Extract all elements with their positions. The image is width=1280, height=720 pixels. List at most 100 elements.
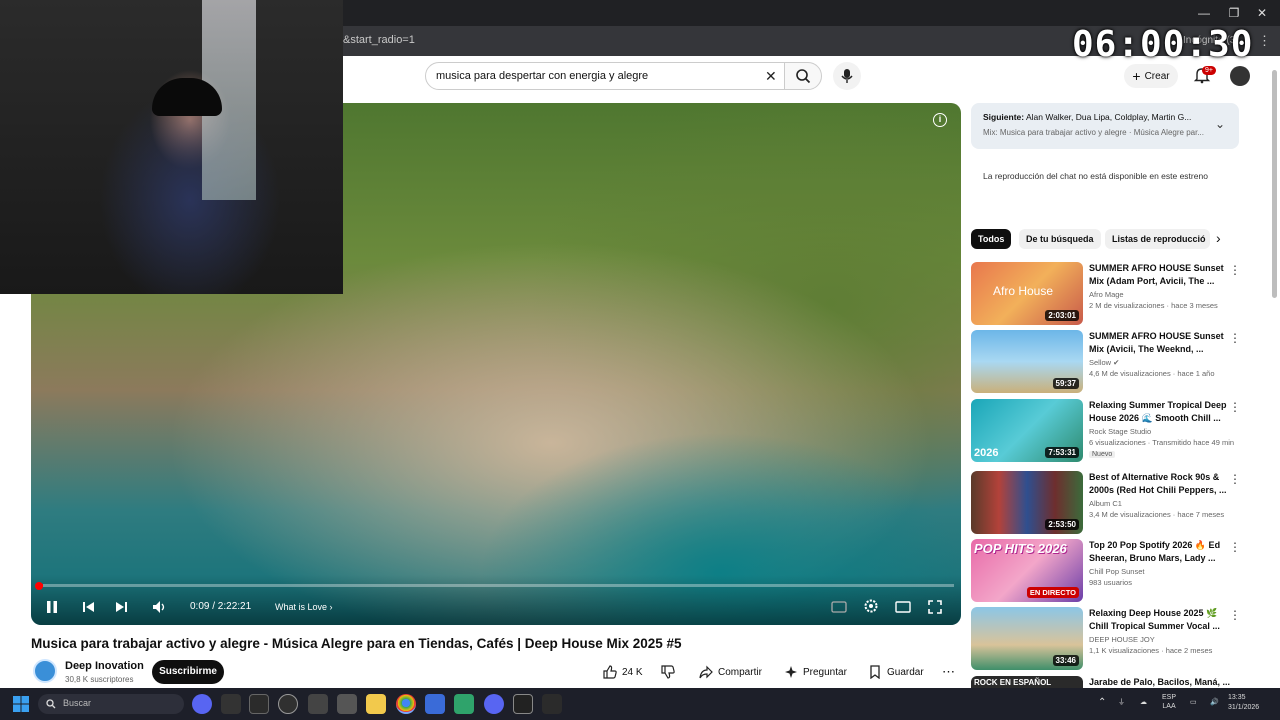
recommendation-item[interactable]: 2026 7:53:31 Relaxing Summer Tropical De… [971,399,1246,463]
ask-button[interactable]: Preguntar [784,662,847,682]
volume-tray-icon[interactable]: 🔊 [1210,698,1219,707]
channel-name[interactable]: Deep Inovation [65,660,144,672]
recommendation-title[interactable]: Jarabe de Palo, Bacilos, Maná, ... [1089,676,1231,688]
more-actions-icon[interactable]: ⋯ [942,662,955,682]
chrome-icon[interactable] [396,694,416,714]
browser-menu-icon[interactable]: ⋮ [1258,33,1271,49]
recommendation-title[interactable]: Top 20 Pop Spotify 2026 🔥 Ed Sheeran, Br… [1089,539,1231,565]
more-options-icon[interactable]: ⋮ [1229,400,1241,414]
more-options-icon[interactable]: ⋮ [1229,472,1241,486]
recommendation-title[interactable]: Best of Alternative Rock 90s & 2000s (Re… [1089,471,1231,497]
recommendation-item[interactable]: 59:37 SUMMER AFRO HOUSE Sunset Mix (Avic… [971,330,1246,394]
more-options-icon[interactable]: ⋮ [1229,608,1241,622]
subtitles-icon[interactable] [831,600,847,614]
progress-scrubber[interactable] [35,582,43,590]
new-badge: Nuevo [1089,451,1116,458]
fullscreen-icon[interactable] [928,600,942,614]
voice-search-button[interactable] [833,62,861,90]
video-thumbnail[interactable]: POP HITS 2026 EN DIRECTO [971,539,1083,602]
settings-icon[interactable] [863,598,879,614]
app-icon-arrows[interactable] [542,694,562,714]
chip-de-tu-busqueda[interactable]: De tu búsqueda [1019,229,1101,249]
theater-mode-icon[interactable] [895,600,911,614]
language-indicator[interactable]: ESP LAA [1162,693,1176,711]
chip-todos[interactable]: Todos [971,229,1012,249]
volume-icon[interactable] [152,600,168,614]
pause-icon[interactable] [45,600,59,614]
channel-avatar[interactable] [33,659,57,683]
video-thumbnail[interactable]: 59:37 [971,330,1083,393]
chevron-right-icon[interactable]: › [1216,230,1221,246]
up-next-line1: Siguiente: Alan Walker, Dua Lipa, Coldpl… [983,112,1215,122]
recommendation-channel[interactable]: Afro Mage [1089,290,1124,299]
chapter-button[interactable]: What is Love › [275,602,333,612]
next-icon[interactable] [114,600,128,614]
clear-search-icon[interactable]: ✕ [765,68,777,85]
notion-icon[interactable] [337,694,357,714]
address-bar-url[interactable]: &start_radio=1 [343,34,415,46]
share-icon [699,665,713,679]
taskbar-search[interactable]: Buscar [38,694,184,714]
recommendation-channel[interactable]: Sellow ✔ [1089,358,1119,367]
recommendation-title[interactable]: Relaxing Summer Tropical Deep House 2026… [1089,399,1231,425]
up-next-panel[interactable]: Siguiente: Alan Walker, Dua Lipa, Coldpl… [971,103,1239,149]
recommendation-channel[interactable]: Rock Stage Studio [1089,427,1151,436]
settings-app-icon[interactable] [278,694,298,714]
info-icon[interactable]: i [933,113,947,127]
recommendation-item[interactable]: 33:46 Relaxing Deep House 2025 🌿 Chill T… [971,607,1246,671]
progress-bar[interactable] [38,584,954,587]
search-input[interactable]: musica para despertar con energia y aleg… [425,62,785,90]
more-options-icon[interactable]: ⋮ [1229,331,1241,345]
subscriber-count: 30,8 K suscriptores [65,675,134,684]
dislike-button[interactable] [661,662,675,682]
recommendation-item[interactable]: ROCK EN ESPAÑOL Jarabe de Palo, Bacilos,… [971,676,1246,688]
video-thumbnail[interactable]: 2026 7:53:31 [971,399,1083,462]
app-icon[interactable] [221,694,241,714]
profile-avatar[interactable] [1230,66,1250,86]
share-button[interactable]: Compartir [699,662,762,682]
more-options-icon[interactable]: ⋮ [1229,263,1241,277]
video-thumbnail[interactable]: Afro House 2:03:01 [971,262,1083,325]
scrollbar-thumb[interactable] [1272,70,1277,298]
recommendation-channel[interactable]: DEEP HOUSE JOY [1089,635,1155,644]
video-thumbnail[interactable]: 33:46 [971,607,1083,670]
recommendation-item[interactable]: POP HITS 2026 EN DIRECTO Top 20 Pop Spot… [971,539,1246,603]
video-thumbnail[interactable]: ROCK EN ESPAÑOL [971,676,1083,688]
thumbnail-text: Afro House [993,284,1054,298]
usb-icon[interactable]: ⏚ [1118,698,1125,707]
network-icon[interactable]: ▭ [1190,698,1197,707]
prev-icon[interactable] [82,600,96,614]
create-button[interactable]: + Crear [1124,64,1178,88]
file-explorer-icon[interactable] [366,694,386,714]
recommendation-title[interactable]: Relaxing Deep House 2025 🌿 Chill Tropica… [1089,607,1231,633]
app-icon-green[interactable] [454,694,474,714]
chevron-down-icon[interactable]: ⌄ [1215,117,1225,131]
recommendation-title[interactable]: SUMMER AFRO HOUSE Sunset Mix (Adam Port,… [1089,262,1231,288]
more-options-icon[interactable]: ⋮ [1229,540,1241,554]
chip-listas[interactable]: Listas de reproducció [1105,229,1210,249]
recommendation-title[interactable]: SUMMER AFRO HOUSE Sunset Mix (Avicii, Th… [1089,330,1231,356]
recommendation-item[interactable]: Afro House 2:03:01 SUMMER AFRO HOUSE Sun… [971,262,1246,326]
search-button[interactable] [784,62,822,90]
close-window-button[interactable]: ✕ [1252,5,1272,21]
minimize-button[interactable]: — [1194,5,1214,21]
save-button[interactable]: Guardar [868,662,924,682]
vscode-icon[interactable] [425,694,445,714]
task-view-icon[interactable] [249,694,269,714]
terminal-icon[interactable] [308,694,328,714]
like-button[interactable]: 24 K [603,662,643,682]
clock-time[interactable]: 13:35 [1228,693,1246,702]
cloud-icon[interactable]: ☁ [1140,698,1147,707]
clock-date[interactable]: 31/1/2026 [1228,703,1259,712]
recommendation-channel[interactable]: Chill Pop Sunset [1089,567,1144,576]
recommendation-channel[interactable]: Album C1 [1089,499,1122,508]
windows-start-icon[interactable] [13,696,29,712]
epic-games-icon[interactable] [513,694,533,714]
copilot-icon[interactable] [192,694,212,714]
recommendation-item[interactable]: 2:53:50 Best of Alternative Rock 90s & 2… [971,471,1246,535]
restore-button[interactable]: ❐ [1224,5,1244,21]
tray-chevron-icon[interactable]: ⌃ [1098,698,1106,708]
discord-icon[interactable] [484,694,504,714]
video-thumbnail[interactable]: 2:53:50 [971,471,1083,534]
subscribe-button[interactable]: Suscribirme [152,660,224,684]
